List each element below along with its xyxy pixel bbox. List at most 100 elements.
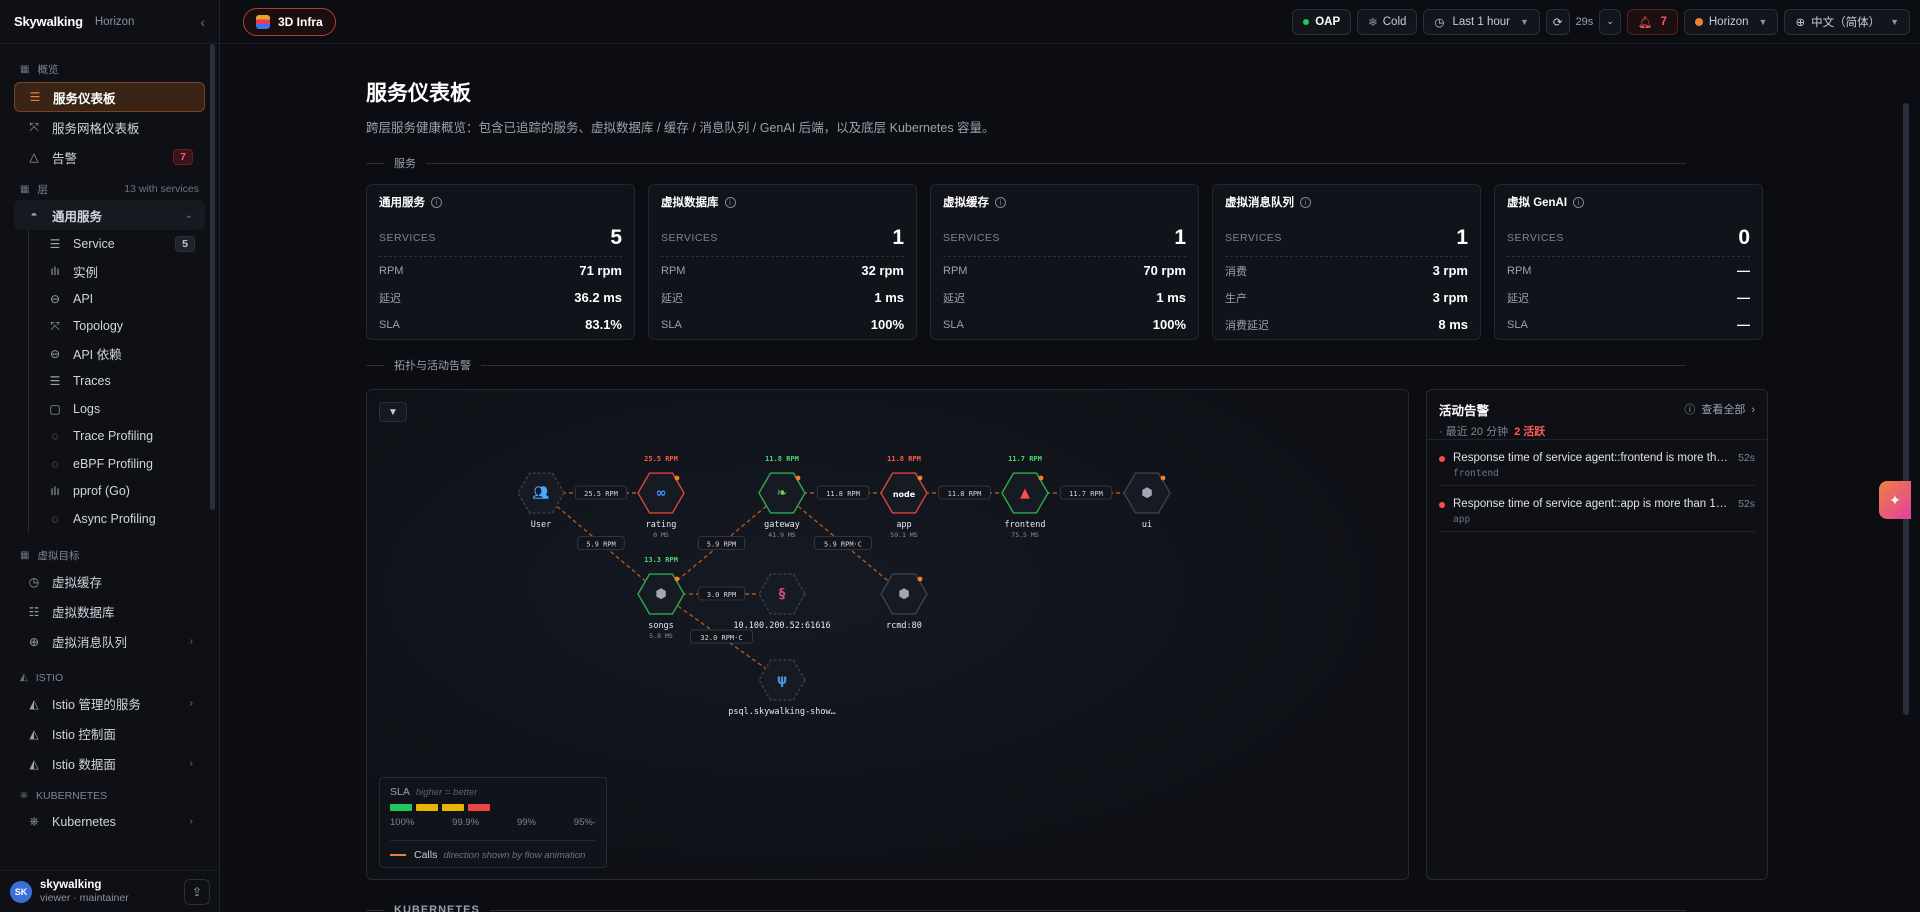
- warning-icon: △: [29, 150, 39, 164]
- view-all-link[interactable]: ⓘ 查看全部 ›: [1684, 401, 1755, 417]
- main-content: 服务仪表板 跨层服务健康概览：包含已追踪的服务、虚拟数据库 / 缓存 / 消息队…: [221, 45, 1911, 912]
- logout-button[interactable]: ⇪: [184, 878, 210, 905]
- info-icon[interactable]: i: [1300, 196, 1311, 208]
- nav-alarms[interactable]: △ 告警 7: [14, 142, 205, 172]
- node-label: songs: [648, 621, 674, 631]
- nav-label: 服务网格仪表板: [52, 121, 140, 136]
- istio-icon: ◭: [20, 672, 28, 683]
- topology-panel[interactable]: 25.5 RPM 5.9 RPM 5.9 RPM 11.8 RPM 11.8 RPM 11…: [366, 389, 1409, 880]
- legend-swatch: [416, 804, 438, 811]
- refresh-interval-dropdown[interactable]: ⌄: [1599, 8, 1621, 35]
- nav-general-services[interactable]: ◓ 通用服务 ⌄: [14, 200, 205, 230]
- metric-key: 延迟: [661, 292, 683, 305]
- card-virtual-cache[interactable]: 虚拟缓存 i SERVICES 1 RPM 70 rpm 延迟 1 ms SLA 100%: [930, 184, 1199, 340]
- info-icon[interactable]: i: [431, 196, 442, 208]
- nav-label: API: [73, 291, 94, 306]
- filter-button[interactable]: ▼: [379, 402, 407, 422]
- nav-ebpf-profiling[interactable]: ◌ eBPF Profiling: [37, 450, 205, 478]
- topology-node-rcmd[interactable]: ⬢ rcmd:80: [880, 573, 928, 631]
- chevron-right-icon: ›: [189, 758, 193, 769]
- info-icon[interactable]: i: [1573, 196, 1585, 208]
- spring-leaf-icon: ❧: [777, 486, 788, 501]
- time-range-select[interactable]: ◷ Last 1 hour ▼: [1423, 8, 1540, 35]
- nav-topology[interactable]: ⤧ Topology: [37, 313, 205, 341]
- logs-icon: ▢: [49, 401, 61, 416]
- card-general-services[interactable]: 通用服务 i SERVICES 5 RPM 71 rpm 延迟 36.2 ms SLA 8…: [366, 184, 635, 340]
- section-overview: ▦ 概览: [0, 58, 219, 80]
- language-select[interactable]: ⊕ 中文（简体） ▼: [1784, 8, 1910, 35]
- nav-virtual-mq[interactable]: ⊕ 虚拟消息队列 ›: [14, 627, 205, 657]
- layers-count: 13 with services: [124, 183, 199, 195]
- oap-status[interactable]: OAP: [1292, 8, 1352, 35]
- topology-section-header: 拓扑与活动告警: [366, 357, 1686, 373]
- nav-label: Kubernetes: [52, 814, 116, 829]
- main-scrollbar[interactable]: [1903, 103, 1909, 715]
- flame-icon: ◌: [51, 456, 59, 471]
- metric-value: 8 ms: [1438, 317, 1468, 332]
- ai-assistant-button[interactable]: ✦: [1879, 481, 1911, 519]
- services-count: 0: [1738, 225, 1750, 249]
- nav-kubernetes[interactable]: ⎈ Kubernetes ›: [14, 807, 205, 837]
- nav-istio-services[interactable]: ◭ Istio 管理的服务 ›: [14, 689, 205, 719]
- card-virtual-mq[interactable]: 虚拟消息队列 i SERVICES 1 消费 3 rpm 生产 3 rpm 消费延迟 8 …: [1212, 184, 1481, 340]
- workspace-select-label: Horizon: [1708, 15, 1749, 28]
- globe-icon: ⊕: [1795, 16, 1806, 29]
- nav-pprof[interactable]: ılı pprof (Go): [37, 478, 205, 506]
- node-label: gateway: [764, 520, 800, 530]
- alert-item[interactable]: Response time of service agent::app is m…: [1439, 486, 1755, 532]
- node-label: app: [896, 520, 911, 530]
- nav-trace-profiling[interactable]: ◌ Trace Profiling: [37, 423, 205, 451]
- alert-item[interactable]: Response time of service agent::frontend…: [1439, 440, 1755, 486]
- workspace-select[interactable]: Horizon ▼: [1683, 8, 1779, 35]
- edge-rpm-label: 11.7 RPM: [1069, 490, 1103, 498]
- services-key: SERVICES: [1225, 231, 1282, 244]
- card-virtual-genai[interactable]: 虚拟 GenAI i SERVICES 0 RPM — 延迟 — SLA —: [1494, 184, 1763, 340]
- section-title: KUBERNETES: [394, 904, 480, 912]
- activity-dot-icon: [1160, 475, 1166, 481]
- nav-virtual-database[interactable]: ☷ 虚拟数据库: [14, 597, 205, 627]
- calls-hint: direction shown by flow animation: [443, 849, 586, 861]
- node-label: frontend: [1005, 520, 1046, 530]
- 3d-infra-button[interactable]: 3D Infra: [243, 7, 336, 36]
- nav-virtual-cache[interactable]: ◷ 虚拟缓存: [14, 567, 205, 597]
- legend-tick: 99.9%: [452, 817, 480, 828]
- metric-key: 延迟: [943, 292, 965, 305]
- nav-service[interactable]: ☰ Service 5: [37, 230, 205, 258]
- nav-logs[interactable]: ▢ Logs: [37, 395, 205, 423]
- legend-swatch: [442, 804, 464, 811]
- info-icon: ⓘ: [1684, 404, 1696, 416]
- refresh-button[interactable]: ⟳: [1545, 8, 1570, 35]
- nav-api[interactable]: ⊖ API: [37, 285, 205, 313]
- dashboard-icon: ☰: [29, 90, 41, 104]
- alert-message: Response time of service agent::frontend…: [1453, 452, 1728, 464]
- nav-istio-control-plane[interactable]: ◭ Istio 控制面: [14, 719, 205, 749]
- chevron-down-icon: ⌄: [1606, 16, 1614, 26]
- node-rpm: 11.7 RPM: [1008, 455, 1042, 463]
- nav-traces[interactable]: ☰ Traces: [37, 368, 205, 396]
- nav-mesh-dashboard[interactable]: ⤧ 服务网格仪表板: [14, 112, 205, 142]
- cold-toggle[interactable]: ❄ Cold: [1357, 8, 1418, 35]
- nav-api-dependency[interactable]: ⊖ API 依赖: [37, 340, 205, 368]
- chevron-right-icon: ›: [1751, 404, 1755, 416]
- skywalking-logo[interactable]: Skywalking: [14, 14, 83, 29]
- refresh-icon: ⟳: [1552, 16, 1563, 29]
- angular-icon: ▲: [1020, 486, 1030, 501]
- nav-instance[interactable]: ılı 实例: [37, 258, 205, 286]
- alerts-button[interactable]: 🔔︎ 7: [1626, 8, 1678, 35]
- node-latency: 75.5 MS: [1011, 531, 1038, 539]
- flame-icon: ◌: [51, 429, 59, 444]
- nav-service-dashboard[interactable]: ☰ 服务仪表板: [14, 82, 205, 112]
- card-virtual-database[interactable]: 虚拟数据库 i SERVICES 1 RPM 32 rpm 延迟 1 ms SLA 100…: [648, 184, 917, 340]
- nodejs-icon: node: [893, 490, 916, 499]
- avatar[interactable]: SK: [10, 880, 32, 903]
- info-icon[interactable]: i: [995, 196, 1006, 208]
- nav-label: Topology: [73, 319, 124, 334]
- istio-sail-icon: ◭: [29, 756, 39, 771]
- metric-key: SLA: [943, 318, 964, 331]
- time-range-label: Last 1 hour: [1452, 15, 1510, 28]
- nav-label: 虚拟数据库: [52, 606, 115, 620]
- collapse-sidebar-icon[interactable]: ‹: [200, 14, 205, 30]
- nav-async-profiling[interactable]: ◌ Async Profiling: [37, 505, 205, 533]
- nav-istio-data-plane[interactable]: ◭ Istio 数据面 ›: [14, 749, 205, 779]
- info-icon[interactable]: i: [724, 196, 736, 208]
